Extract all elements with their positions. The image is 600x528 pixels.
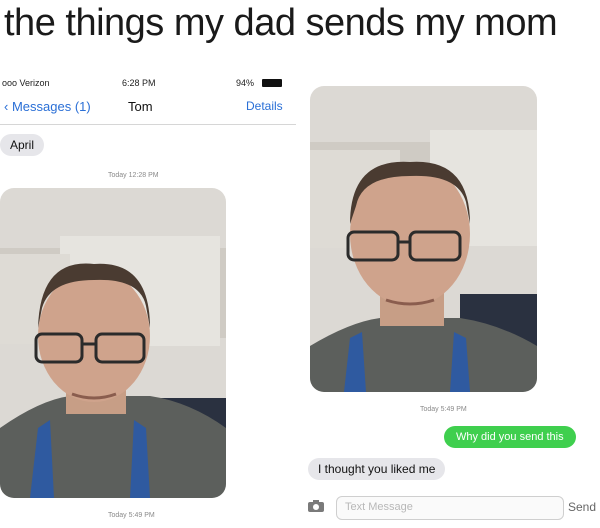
received-message-bubble: I thought you liked me xyxy=(308,458,446,480)
back-button[interactable]: ‹ Messages (1) xyxy=(4,99,91,114)
selfie-photo[interactable] xyxy=(310,86,537,392)
selfie-image xyxy=(310,86,537,392)
april-message-bubble: April xyxy=(0,134,45,156)
timestamp: Today 12:28 PM xyxy=(108,172,159,179)
battery-percent: 94% xyxy=(236,78,255,88)
selfie-photo[interactable] xyxy=(0,188,226,498)
status-time: 6:28 PM xyxy=(122,78,156,88)
battery-icon xyxy=(262,79,282,87)
contact-name: Tom xyxy=(128,99,153,114)
conversation-navbar: ‹ Messages (1) Tom Details xyxy=(0,92,296,125)
sent-message-bubble: Why did you send this xyxy=(444,426,576,448)
message-composer: Text Message Send xyxy=(300,490,600,528)
carrier-label: ooo Verizon xyxy=(2,78,50,88)
meme-caption: the things my dad sends my mom xyxy=(4,2,558,44)
selfie-image xyxy=(0,188,226,498)
back-button-label: Messages (1) xyxy=(11,99,91,114)
timestamp: Today 5:49 PM xyxy=(108,512,155,519)
send-button[interactable]: Send xyxy=(568,500,596,514)
status-bar: ooo Verizon 6:28 PM 94% xyxy=(0,74,296,92)
details-button[interactable]: Details xyxy=(246,99,283,113)
text-message-input[interactable]: Text Message xyxy=(336,496,564,520)
input-placeholder: Text Message xyxy=(345,501,413,513)
camera-icon[interactable] xyxy=(308,500,324,512)
chevron-left-icon: ‹ xyxy=(4,99,12,114)
timestamp: Today 5:49 PM xyxy=(420,406,467,413)
